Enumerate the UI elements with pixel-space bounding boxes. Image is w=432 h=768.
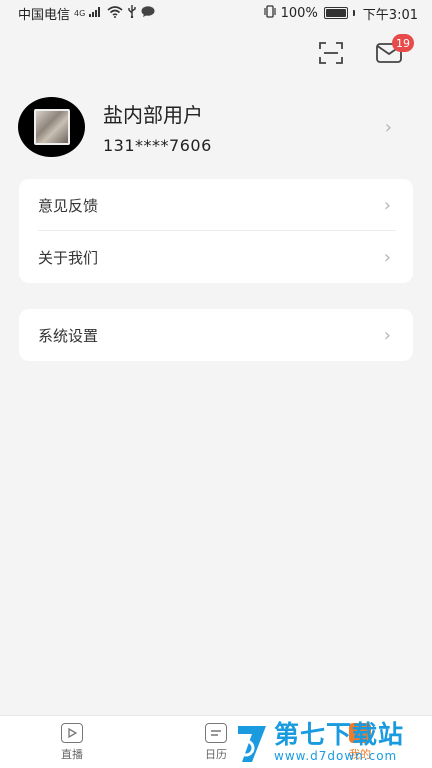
status-bar: 中国电信 4G 100% 下午3:01	[0, 0, 432, 26]
wifi-icon	[107, 5, 123, 21]
tab-label: 日历	[205, 747, 227, 761]
avatar-image	[33, 109, 70, 145]
menu-item-label: 关于我们	[38, 248, 99, 267]
status-left: 中国电信 4G	[18, 4, 155, 23]
chevron-right-icon: ›	[383, 194, 391, 216]
play-icon	[61, 722, 83, 743]
chevron-right-icon: ›	[383, 324, 391, 346]
menu-item-feedback[interactable]: 意见反馈 ›	[19, 179, 413, 231]
watermark-logo-icon	[234, 720, 270, 764]
profile-card[interactable]: 盐内部用户 131****7606 ›	[18, 92, 414, 162]
clock: 下午3:01	[362, 7, 418, 23]
avatar	[18, 97, 85, 157]
tab-live[interactable]: 直播	[32, 722, 112, 762]
profile-info: 盐内部用户 131****7606	[103, 99, 385, 155]
chevron-right-icon: ›	[384, 116, 392, 138]
menu-group-feedback-about: 意见反馈 › 关于我们 ›	[19, 179, 413, 283]
watermark: 第七下载站 www.d7down.com	[234, 718, 428, 766]
header-actions: 19	[316, 34, 414, 70]
menu-item-about[interactable]: 关于我们 ›	[19, 231, 413, 283]
network-type: 4G	[74, 8, 86, 18]
tab-label: 直播	[61, 747, 83, 761]
profile-name: 盐内部用户	[103, 103, 203, 127]
watermark-title: 第七下载站	[274, 720, 405, 749]
messages-button[interactable]: 19	[374, 34, 414, 70]
scan-button[interactable]	[316, 40, 346, 70]
chevron-right-icon: ›	[383, 246, 391, 268]
battery-percent: 100%	[280, 5, 318, 21]
signal-icon	[89, 6, 103, 20]
carrier-name: 中国电信	[18, 7, 71, 23]
scan-icon	[319, 42, 343, 68]
menu-group-settings: 系统设置 ›	[19, 309, 413, 361]
vibrate-icon	[263, 5, 277, 21]
menu-item-settings[interactable]: 系统设置 ›	[19, 309, 413, 361]
chat-notification-icon	[141, 5, 155, 21]
watermark-text: 第七下载站 www.d7down.com	[274, 720, 405, 764]
menu-item-label: 系统设置	[38, 326, 99, 345]
menu-item-label: 意见反馈	[38, 196, 99, 215]
watermark-url: www.d7down.com	[274, 749, 398, 763]
usb-icon	[127, 5, 137, 21]
message-count-badge: 19	[392, 34, 414, 52]
battery-icon	[323, 7, 348, 19]
status-right: 100% 下午3:01	[263, 4, 418, 23]
profile-phone: 131****7606	[103, 136, 212, 155]
calendar-icon	[205, 722, 227, 743]
